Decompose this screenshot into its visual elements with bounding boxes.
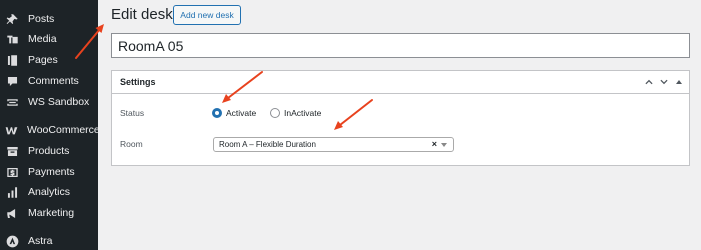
- archive-icon: [5, 144, 19, 158]
- sidebar-item-astra[interactable]: Astra: [0, 231, 98, 250]
- room-select[interactable]: Room A – Flexible Duration ×: [213, 137, 454, 152]
- sidebar-item-pages[interactable]: Pages: [0, 50, 98, 70]
- collapse-toggle-icon[interactable]: [675, 75, 683, 89]
- sidebar-item-label: Posts: [28, 13, 55, 25]
- pages-icon: [5, 53, 19, 67]
- room-select-value: Room A – Flexible Duration: [219, 140, 316, 149]
- bar-chart-icon: [5, 185, 19, 199]
- woo-icon: [5, 123, 18, 137]
- sidebar-item-label: Marketing: [28, 207, 75, 219]
- sidebar-item-posts[interactable]: Posts: [0, 9, 98, 29]
- sidebar-item-label: Pages: [28, 54, 58, 66]
- settings-panel: Settings Status Activate InActivate Room…: [111, 70, 690, 166]
- panel-title: Settings: [120, 77, 156, 87]
- activate-radio-label[interactable]: Activate: [226, 108, 256, 118]
- page-title: Edit desk: [111, 6, 173, 23]
- sidebar-item-label: Astra: [28, 235, 53, 247]
- title-field[interactable]: RoomA 05: [111, 33, 690, 58]
- sidebar-item-marketing[interactable]: Marketing: [0, 203, 98, 223]
- sidebar-item-label: Payments: [28, 166, 75, 178]
- dropdown-arrow-icon[interactable]: [441, 143, 447, 147]
- sidebar-item-label: WS Sandbox: [28, 96, 90, 108]
- clear-selection-icon[interactable]: ×: [432, 139, 437, 149]
- sidebar-item-label: WooCommerce: [27, 124, 100, 136]
- inactivate-radio-label[interactable]: InActivate: [284, 108, 321, 118]
- sidebar-item-label: Media: [28, 33, 57, 45]
- sidebar-item-media[interactable]: Media: [0, 29, 98, 49]
- sidebar-item-comments[interactable]: Comments: [0, 71, 98, 91]
- add-new-desk-button[interactable]: Add new desk: [173, 5, 241, 25]
- media-icon: [5, 32, 19, 46]
- sidebar-item-label: Comments: [28, 75, 79, 87]
- chevron-up-icon[interactable]: [645, 75, 653, 89]
- sidebar-item-ws-sandbox[interactable]: WS Sandbox: [0, 92, 98, 112]
- comment-icon: [5, 74, 19, 88]
- settings-panel-header[interactable]: Settings: [112, 71, 689, 94]
- admin-sidebar: Posts Media Pages Comments WS Sandbox Wo…: [0, 0, 100, 250]
- status-label: Status: [120, 108, 145, 118]
- sandbox-icon: [5, 95, 19, 109]
- inactivate-radio[interactable]: [270, 108, 280, 118]
- sidebar-item-label: Analytics: [28, 186, 71, 198]
- sidebar-item-analytics[interactable]: Analytics: [0, 182, 98, 202]
- sidebar-item-products[interactable]: Products: [0, 141, 98, 161]
- megaphone-icon: [5, 206, 19, 220]
- chevron-down-icon[interactable]: [660, 75, 668, 89]
- payments-icon: [5, 165, 19, 179]
- sidebar-item-woocommerce[interactable]: WooCommerce: [0, 120, 100, 140]
- sidebar-item-payments[interactable]: Payments: [0, 162, 98, 182]
- astra-icon: [5, 234, 19, 248]
- room-label: Room: [120, 139, 143, 149]
- sidebar-item-label: Products: [28, 145, 70, 157]
- pin-icon: [5, 12, 19, 26]
- activate-radio[interactable]: [212, 108, 222, 118]
